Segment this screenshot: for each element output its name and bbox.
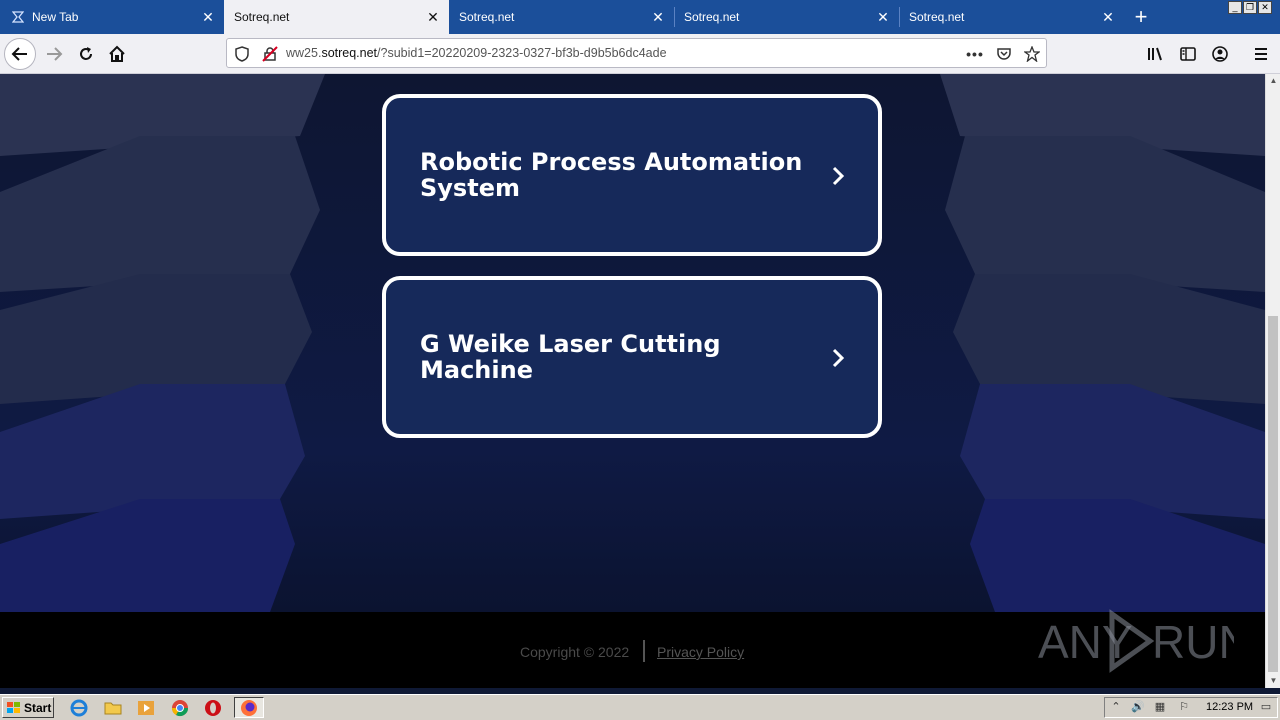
home-icon[interactable] — [101, 38, 133, 70]
bookmark-star-icon[interactable] — [1023, 45, 1041, 63]
tab-strip: New Tab ✕ Sotreq.net ✕ Sotreq.net ✕ Sotr… — [0, 0, 1280, 34]
start-label: Start — [24, 700, 52, 715]
svg-text:RUN: RUN — [1152, 616, 1234, 668]
navigation-toolbar: ww25.sotreq.net/?subid1=20220209-2323-03… — [0, 34, 1280, 74]
restore-icon[interactable]: ❐ — [1243, 1, 1257, 14]
web-page: Robotic Process Automation System G Weik… — [0, 74, 1265, 688]
taskbar-clock[interactable]: 12:23 PM — [1206, 701, 1253, 713]
window-close-icon[interactable]: ✕ — [1258, 1, 1272, 14]
opera-icon[interactable] — [204, 699, 222, 717]
forward-arrow-icon[interactable] — [38, 38, 70, 70]
anyrun-watermark-logo: ANY RUN — [1038, 609, 1234, 673]
scroll-thumb[interactable] — [1268, 316, 1278, 672]
vertical-scrollbar[interactable]: ▲ ▼ — [1265, 74, 1280, 688]
tab-sotreq-active[interactable]: Sotreq.net ✕ — [224, 0, 449, 34]
back-arrow-icon[interactable] — [4, 38, 36, 70]
url-path: /?subid1=20220209-2323-0327-bf3b-d9b5b6d… — [377, 46, 667, 60]
chevron-right-icon — [832, 166, 845, 186]
windows-flag-icon — [7, 701, 20, 713]
tab-title: Sotreq.net — [684, 10, 740, 24]
close-icon[interactable]: ✕ — [425, 9, 441, 25]
volume-icon[interactable]: 🔊 — [1131, 701, 1145, 713]
tab-sotreq[interactable]: Sotreq.net ✕ — [674, 0, 899, 34]
network-icon[interactable]: ▦ — [1154, 701, 1166, 713]
scroll-down-arrow-icon[interactable]: ▼ — [1267, 674, 1280, 688]
tab-title: Sotreq.net — [459, 10, 515, 24]
pocket-icon[interactable] — [995, 45, 1013, 63]
anyrun-tab-icon — [10, 9, 26, 25]
taskbar-firefox-button[interactable] — [234, 697, 264, 718]
tab-title: Sotreq.net — [909, 10, 965, 24]
shield-icon[interactable] — [233, 45, 251, 63]
close-icon[interactable]: ✕ — [875, 9, 891, 25]
tab-title: New Tab — [32, 10, 79, 24]
url-prefix: ww25. — [286, 46, 322, 60]
card-title: G Weike Laser Cutting Machine — [420, 330, 721, 384]
reload-icon[interactable] — [70, 38, 102, 70]
search-result-card[interactable]: G Weike Laser Cutting Machine — [382, 276, 882, 438]
show-desktop-icon[interactable]: ▭ — [1260, 701, 1272, 713]
scroll-up-arrow-icon[interactable]: ▲ — [1267, 74, 1280, 88]
tab-new-tab[interactable]: New Tab ✕ — [0, 0, 224, 34]
new-tab-plus-icon[interactable]: + — [1128, 4, 1154, 30]
windows-taskbar: Start ⌃ 🔊 ▦ ⚐ 12:23 PM ▭ — [0, 694, 1280, 720]
insecure-lock-icon[interactable] — [261, 45, 279, 63]
tab-sotreq[interactable]: Sotreq.net ✕ — [899, 0, 1124, 34]
copyright-text: Copyright © 2022 — [520, 644, 630, 660]
address-bar[interactable]: ww25.sotreq.net/?subid1=20220209-2323-03… — [226, 38, 1047, 68]
more-actions-icon[interactable]: ••• — [966, 45, 984, 63]
chrome-icon[interactable] — [171, 699, 189, 717]
folder-icon[interactable] — [104, 699, 122, 717]
media-player-icon[interactable] — [137, 699, 155, 717]
card-title: Robotic Process Automation System — [420, 148, 803, 202]
sidebar-icon[interactable] — [1172, 38, 1204, 70]
url-text[interactable]: ww25.sotreq.net/?subid1=20220209-2323-03… — [286, 46, 667, 60]
close-icon[interactable]: ✕ — [200, 9, 216, 25]
close-icon[interactable]: ✕ — [1100, 9, 1116, 25]
internet-explorer-icon[interactable] — [70, 699, 88, 717]
account-icon[interactable] — [1204, 38, 1236, 70]
svg-text:ANY: ANY — [1038, 616, 1133, 668]
library-icon[interactable] — [1140, 38, 1172, 70]
start-button[interactable]: Start — [2, 697, 54, 718]
tab-title: Sotreq.net — [234, 10, 290, 24]
search-result-card[interactable]: Robotic Process Automation System — [382, 94, 882, 256]
url-host: sotreq.net — [321, 46, 378, 60]
privacy-policy-link[interactable]: Privacy Policy — [657, 644, 744, 660]
menu-hamburger-icon[interactable] — [1245, 38, 1277, 70]
minimize-icon[interactable]: _ — [1228, 1, 1242, 14]
tab-sotreq[interactable]: Sotreq.net ✕ — [449, 0, 674, 34]
action-center-flag-icon[interactable]: ⚐ — [1178, 701, 1190, 713]
chevron-right-icon — [832, 348, 845, 368]
firefox-icon — [241, 700, 257, 716]
footer-divider — [643, 640, 645, 662]
close-icon[interactable]: ✕ — [650, 9, 666, 25]
show-hidden-icons-icon[interactable]: ⌃ — [1110, 701, 1122, 713]
